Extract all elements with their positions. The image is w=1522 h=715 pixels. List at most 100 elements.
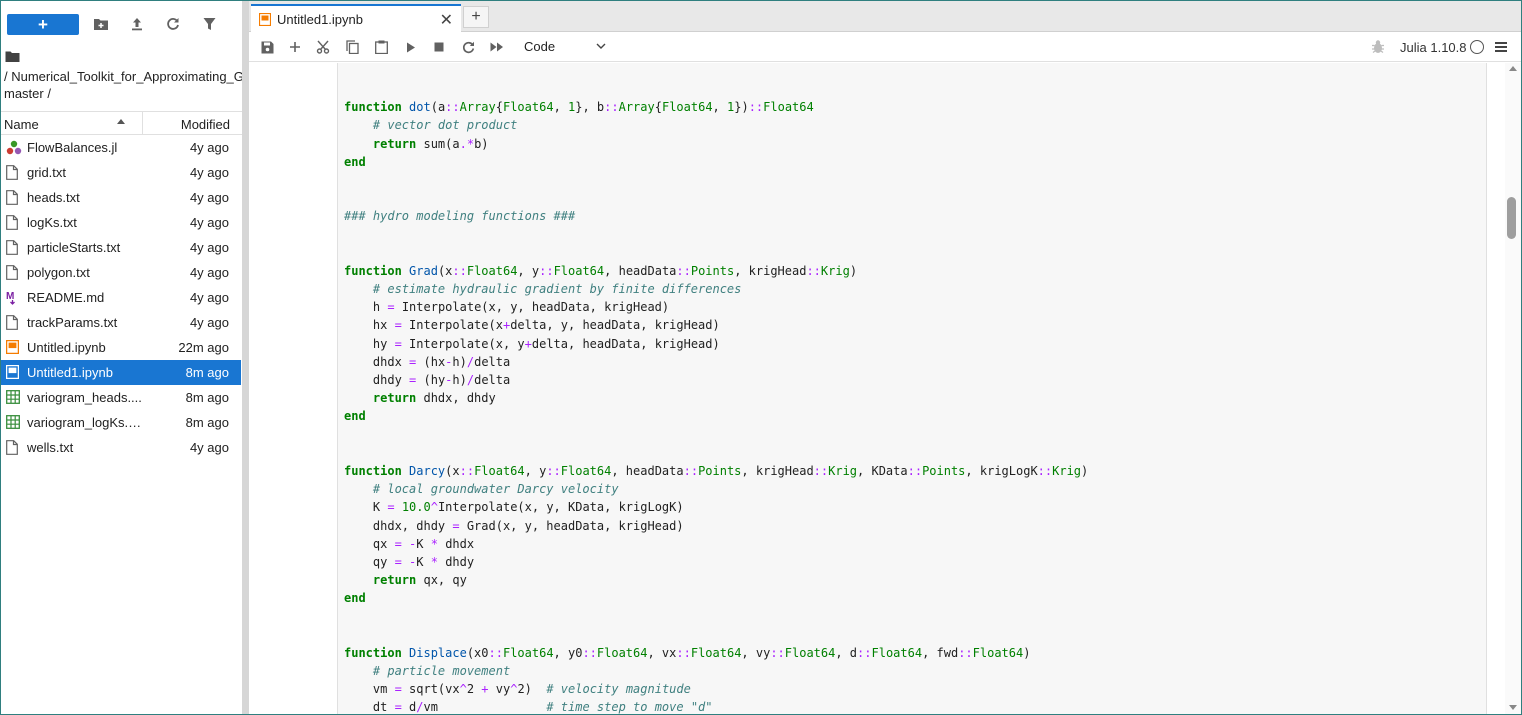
- code-line: function Darcy(x::Float64, y::Float64, h…: [344, 462, 1088, 480]
- stop-icon[interactable]: [431, 39, 447, 55]
- code-token: Points: [922, 463, 966, 478]
- chevron-down-icon[interactable]: [595, 40, 607, 52]
- code-token: ::: [1037, 463, 1053, 478]
- file-row[interactable]: trackParams.txt 4y ago: [1, 310, 241, 335]
- cell-prompt-area: [249, 63, 337, 714]
- code-token: ::: [857, 645, 872, 660]
- hamburger-menu-icon[interactable]: [1494, 40, 1508, 54]
- cell-type-select[interactable]: Code: [524, 39, 555, 54]
- code-cell-editor[interactable]: function dot(a::Array{Float64, 1}, b::Ar…: [337, 63, 1487, 714]
- sort-ascending-icon[interactable]: [117, 119, 125, 124]
- panel-splitter[interactable]: [242, 1, 249, 714]
- paste-icon[interactable]: [373, 39, 389, 55]
- refresh-icon[interactable]: [164, 15, 182, 33]
- spreadsheet-icon: [6, 390, 20, 405]
- filter-icon[interactable]: [200, 15, 218, 33]
- code-token: K: [416, 554, 431, 569]
- folder-icon[interactable]: [5, 50, 21, 64]
- code-token: (hy: [416, 373, 446, 387]
- code-token: +: [524, 336, 532, 351]
- name-column-header[interactable]: Name: [4, 117, 39, 132]
- notebook-scrollbar[interactable]: [1505, 63, 1521, 714]
- code-token: ::: [452, 263, 467, 278]
- file-row[interactable]: Untitled1.ipynb 8m ago: [1, 360, 241, 385]
- code-token: =: [394, 700, 402, 714]
- code-token: qx, qy: [423, 573, 467, 588]
- file-row[interactable]: FlowBalances.jl 4y ago: [1, 135, 241, 160]
- code-token: {: [495, 100, 503, 115]
- file-row[interactable]: wells.txt 4y ago: [1, 435, 241, 460]
- file-name: particleStarts.txt: [27, 240, 121, 255]
- code-token: Array: [618, 100, 655, 115]
- code-token: dt: [344, 700, 395, 714]
- code-token: (x0: [466, 645, 489, 660]
- file-row[interactable]: Untitled.ipynb 22m ago: [1, 335, 241, 360]
- breadcrumb-path[interactable]: / Numerical_Toolkit_for_Approximating_G: [4, 69, 242, 84]
- code-token: 2: [466, 682, 482, 697]
- code-token: Interpolate(x, y: [401, 336, 525, 351]
- save-icon[interactable]: [259, 39, 275, 55]
- scrollbar-thumb[interactable]: [1507, 197, 1516, 239]
- scroll-down-arrow-icon[interactable]: [1509, 705, 1517, 710]
- insert-cell-icon[interactable]: [287, 39, 303, 55]
- file-row[interactable]: grid.txt 4y ago: [1, 160, 241, 185]
- code-token: delta, y, headData, krigHead): [510, 318, 720, 333]
- code-token: vm: [344, 682, 395, 697]
- modified-column-header[interactable]: Modified: [181, 117, 230, 132]
- file-row[interactable]: heads.txt 4y ago: [1, 185, 241, 210]
- code-token: +: [481, 682, 489, 697]
- file-row[interactable]: variogram_heads.... 8m ago: [1, 385, 241, 410]
- code-token: d: [401, 700, 417, 714]
- code-token: Float64: [871, 645, 923, 660]
- scroll-up-arrow-icon[interactable]: [1509, 66, 1517, 71]
- code-token: ,: [712, 100, 727, 115]
- code-token: , vy: [741, 645, 771, 660]
- kernel-name[interactable]: Julia 1.10.8: [1400, 40, 1467, 55]
- debugger-bug-icon[interactable]: [1371, 39, 1387, 55]
- code-token: }, b: [575, 100, 605, 115]
- file-modified: 4y ago: [189, 165, 229, 180]
- code-token: Array: [459, 100, 496, 115]
- code-token: Float64: [466, 263, 518, 278]
- add-tab-button[interactable]: +: [463, 6, 489, 28]
- code-token: =: [394, 554, 402, 569]
- close-icon[interactable]: ✕: [440, 10, 453, 30]
- restart-icon[interactable]: [460, 39, 476, 55]
- upload-icon[interactable]: [128, 15, 146, 33]
- code-line: function dot(a::Array{Float64, 1}, b::Ar…: [344, 98, 1088, 116]
- text-file-icon: [6, 265, 20, 280]
- file-row[interactable]: polygon.txt 4y ago: [1, 260, 241, 285]
- file-row[interactable]: variogram_logKs.c... 8m ago: [1, 410, 241, 435]
- column-divider[interactable]: [142, 112, 143, 134]
- code-token: Points: [690, 263, 735, 278]
- code-token: Interpolate(x, y, headData, krigHead): [394, 300, 670, 315]
- new-folder-icon[interactable]: [92, 15, 110, 33]
- code-token: ::: [459, 463, 475, 478]
- code-token: =: [452, 518, 460, 533]
- code-content[interactable]: function dot(a::Array{Float64, 1}, b::Ar…: [344, 80, 1088, 714]
- breadcrumb-path-continued[interactable]: master /: [4, 86, 51, 101]
- run-icon[interactable]: [403, 39, 419, 55]
- code-token: =: [387, 300, 395, 315]
- code-line: return qx, qy: [344, 571, 1088, 589]
- code-token: *: [430, 536, 438, 551]
- copy-icon[interactable]: [344, 39, 360, 55]
- file-row[interactable]: M README.md 4y ago: [1, 285, 241, 310]
- code-token: Interpolate(x: [401, 318, 503, 333]
- code-token: , vx: [647, 645, 677, 660]
- tab-untitled1-ipynb[interactable]: Untitled1.ipynb ✕: [251, 4, 461, 33]
- file-row[interactable]: logKs.txt 4y ago: [1, 210, 241, 235]
- code-token: , KData: [857, 463, 908, 478]
- plus-icon: +: [38, 15, 48, 34]
- file-modified: 8m ago: [185, 365, 229, 380]
- code-token: qy: [344, 554, 395, 569]
- code-token: ::: [813, 463, 829, 478]
- new-launcher-button[interactable]: +: [7, 14, 79, 35]
- cut-icon[interactable]: [315, 39, 331, 55]
- fast-forward-icon[interactable]: [489, 39, 505, 55]
- file-row[interactable]: particleStarts.txt 4y ago: [1, 235, 241, 260]
